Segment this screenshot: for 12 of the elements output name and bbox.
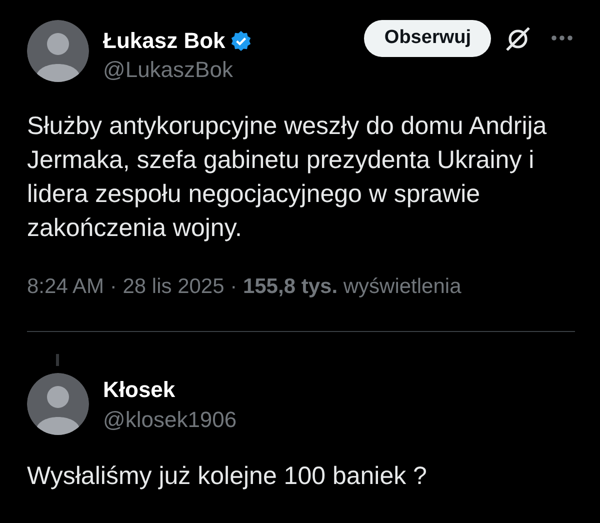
author-handle[interactable]: @klosek1906 <box>103 406 237 432</box>
follow-button[interactable]: Obserwuj <box>364 20 491 57</box>
author-name[interactable]: Łukasz Bok <box>103 28 226 54</box>
slashed-circle-icon[interactable] <box>505 26 531 52</box>
post-meta: 8:24 AM · 28 lis 2025 · 155,8 tys. wyświetlenia <box>27 274 462 300</box>
avatar[interactable] <box>27 20 89 82</box>
post-text: Służby antykorupcyjne weszły do domu Andrija Jermaka, szefa gabinetu prezydenta Ukrainy i lidera zespołu negocjacyjnego w sprawie zakończenia wojny. <box>27 111 547 244</box>
author-handle[interactable]: @LukaszBok <box>103 57 252 83</box>
author-name[interactable]: Kłosek <box>103 376 176 402</box>
reply-text: Wysłaliśmy już kolejne 100 baniek ? <box>27 460 428 492</box>
avatar[interactable] <box>27 372 89 434</box>
more-icon[interactable] <box>551 35 573 41</box>
